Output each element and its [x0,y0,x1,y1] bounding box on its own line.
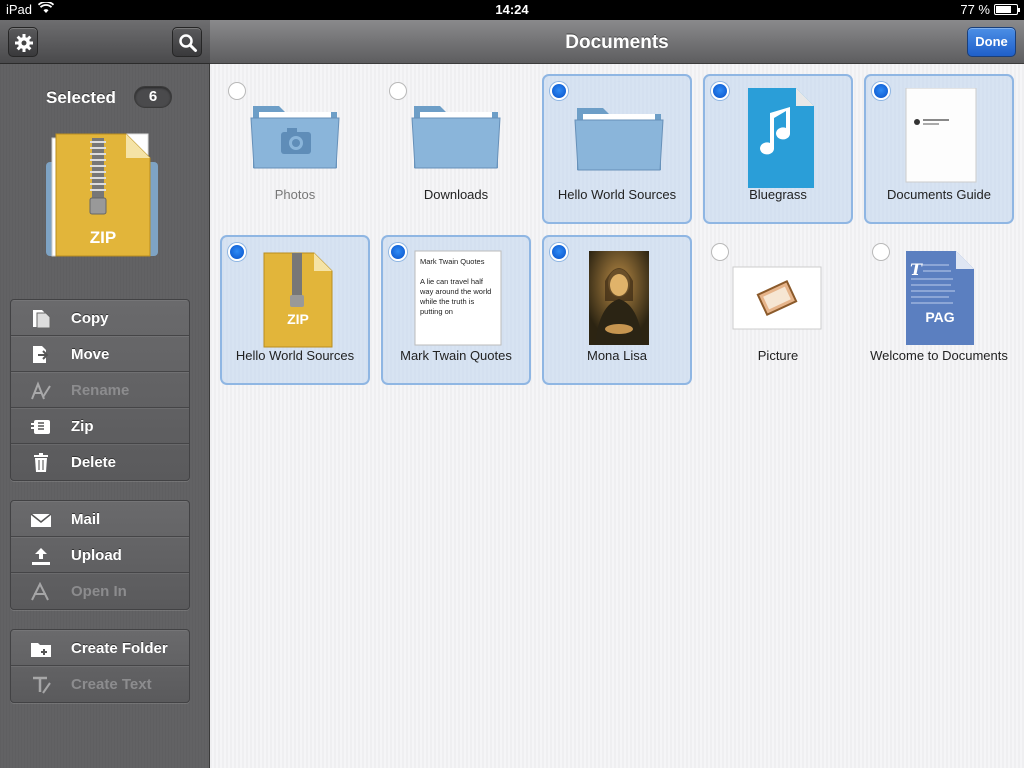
mail-icon [30,510,52,530]
documents-browser: Documents Done Photos Downloads Hello Worl… [210,20,1024,768]
create-actions-group: Create Folder Create Text [10,629,190,703]
copy-action[interactable]: Copy [11,300,189,336]
image-icon [569,249,669,349]
rename-icon [30,381,52,401]
file-name: Hello World Sources [235,348,355,363]
radio-icon[interactable] [872,243,890,261]
file-item[interactable]: Bluegrass [703,74,853,224]
file-item[interactable]: Mark Twain Quotes A lie can travel half w… [381,235,531,385]
file-item[interactable]: Mona Lisa [542,235,692,385]
picture-icon [728,247,828,347]
pages-icon: T PAG [889,247,989,347]
file-item[interactable]: Documents Guide [864,74,1014,224]
trash-icon [30,453,52,473]
page-title: Documents [565,32,669,53]
gear-icon [15,34,33,52]
file-name: Downloads [423,187,489,202]
folder-icon [569,88,669,188]
file-actions-group: Copy Move Rename Zip Delete [10,299,190,481]
action-label: Rename [71,382,130,399]
search-icon [179,34,197,52]
zip-icon [30,417,52,437]
sidebar: Selected 6 ZIP Copy Move Rename Zip Delete M… [0,20,210,768]
file-item[interactable]: Downloads [381,74,531,224]
share-actions-group: Mail Upload Open In [10,500,190,610]
text-icon: Mark Twain Quotes A lie can travel half w… [408,249,508,349]
file-item[interactable]: Photos [220,74,370,224]
action-label: Move [71,346,110,363]
file-name: Photos [274,187,316,202]
create-text-action: Create Text [11,666,189,702]
action-label: Upload [71,547,122,564]
move-icon [30,345,52,365]
action-label: Mail [71,511,101,528]
action-label: Zip [71,418,94,435]
search-button[interactable] [172,27,202,57]
checked-radio-icon[interactable] [228,243,246,261]
selection-preview: ZIP [42,132,162,262]
checked-radio-icon[interactable] [550,243,568,261]
file-name: Welcome to Documents [870,348,1008,363]
sidebar-toolbar [0,20,210,64]
file-name: Documents Guide [886,187,992,202]
status-bar: iPad 14:24 77 % [0,0,1024,20]
mail-action[interactable]: Mail [11,501,189,537]
file-item[interactable]: Hello World Sources [542,74,692,224]
done-button[interactable]: Done [967,27,1016,57]
preview-body: A lie can travel half way around the wor… [420,277,492,316]
selected-count-badge: 6 [134,86,172,108]
zip-icon: ZIP [247,249,347,349]
zip-action[interactable]: Zip [11,408,189,444]
folder-icon [406,86,506,186]
file-item[interactable]: Picture [703,235,853,385]
checked-radio-icon[interactable] [872,82,890,100]
delete-action[interactable]: Delete [11,444,189,480]
file-item[interactable]: ZIP Hello World Sources [220,235,370,385]
upload-icon [30,546,52,566]
preview-title: Mark Twain Quotes [420,257,485,266]
action-label: Copy [71,310,109,327]
selected-label: Selected [46,88,116,107]
action-label: Create Folder [71,640,168,657]
file-item[interactable]: T PAG Welcome to Documents [864,235,1014,385]
battery-percent: 77 % [960,2,990,17]
radio-icon[interactable] [228,82,246,100]
upload-action[interactable]: Upload [11,537,189,573]
action-label: Create Text [71,676,152,693]
file-name: Hello World Sources [557,187,677,202]
audio-icon [730,88,830,188]
file-name: Picture [757,348,799,363]
preview-zip-label: ZIP [89,228,117,247]
create-folder-icon [30,639,52,659]
move-action[interactable]: Move [11,336,189,372]
pdf-icon [891,87,991,188]
text-preview: Mark Twain Quotes A lie can travel half w… [420,257,496,317]
folder-camera-icon [245,86,345,186]
clock: 14:24 [495,2,529,17]
file-type-badge: ZIP [287,311,309,327]
create-text-icon [30,675,52,695]
file-name: Mona Lisa [587,348,647,363]
radio-icon[interactable] [711,243,729,261]
battery-icon [994,4,1020,15]
file-type-badge: PAG [925,309,955,325]
action-label: Open In [71,583,127,600]
checked-radio-icon[interactable] [711,82,729,100]
open-in-icon [30,581,52,602]
open-in-action: Open In [11,573,189,609]
settings-button[interactable] [8,27,38,57]
copy-icon [30,309,52,329]
svg-text:T: T [910,260,923,279]
rename-action: Rename [11,372,189,408]
create-folder-action[interactable]: Create Folder [11,630,189,666]
file-name: Mark Twain Quotes [400,348,512,363]
radio-icon[interactable] [389,82,407,100]
action-label: Delete [71,454,117,471]
checked-radio-icon[interactable] [550,82,568,100]
file-name: Bluegrass [749,187,807,202]
nav-bar: Documents Done [210,20,1024,64]
battery-fill [996,6,1012,13]
checked-radio-icon[interactable] [389,243,407,261]
